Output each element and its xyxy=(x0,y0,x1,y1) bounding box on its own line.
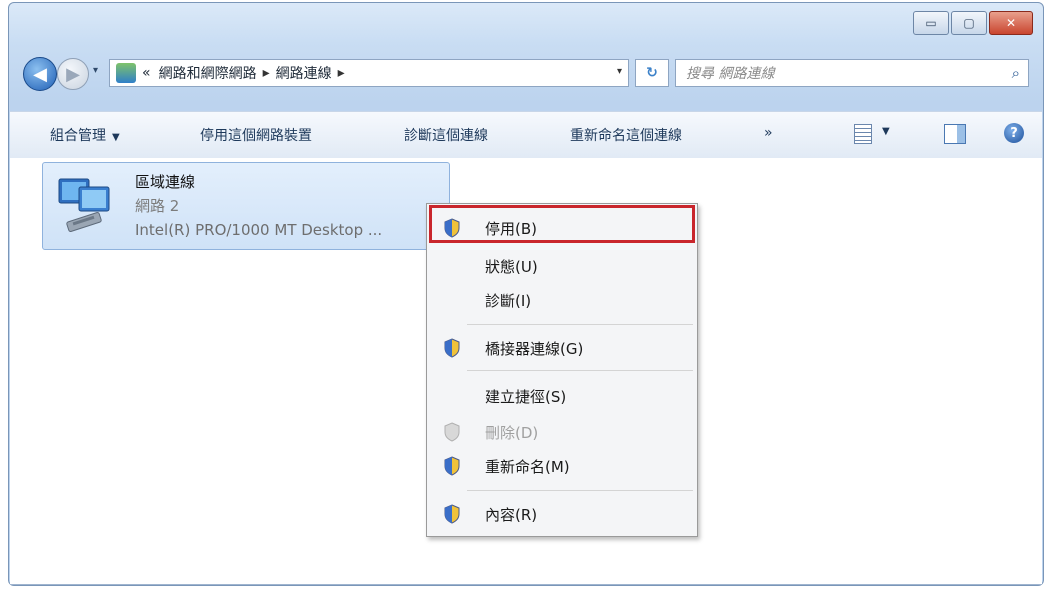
menu-item-label: 狀態(U) xyxy=(485,258,538,276)
uac-shield-icon xyxy=(444,218,460,238)
organize-button[interactable]: 組合管理 ▼ xyxy=(50,125,120,145)
menu-item-label: 橋接器連線(G) xyxy=(485,340,584,358)
menu-item-diagnose[interactable]: 診斷(I) xyxy=(427,284,697,314)
menu-item-label: 建立捷徑(S) xyxy=(485,388,567,406)
menu-item-properties[interactable]: 內容(R) xyxy=(427,498,697,528)
menu-item-label: 停用(B) xyxy=(485,220,537,238)
menu-item-label: 診斷(I) xyxy=(485,292,532,310)
address-dropdown-icon[interactable]: ▾ xyxy=(617,66,622,77)
forward-button[interactable]: ▶ xyxy=(57,58,89,90)
breadcrumb-network-internet[interactable]: 網路和網際網路 xyxy=(159,63,257,83)
breadcrumb-network-connections[interactable]: 網路連線 xyxy=(276,63,332,83)
menu-item-bridge[interactable]: 橋接器連線(G) xyxy=(427,332,697,362)
breadcrumb-separator-icon[interactable]: ▸ xyxy=(263,65,270,81)
menu-separator xyxy=(467,490,693,491)
search-input[interactable] xyxy=(684,63,988,85)
navigation-bar: ◀ ▶ ▾ « 網路和網際網路 ▸ 網路連線 ▸ ▾ ↻ ⌕ xyxy=(23,51,1029,91)
uac-shield-disabled-icon xyxy=(444,422,460,442)
recent-pages-dropdown[interactable]: ▾ xyxy=(93,65,98,76)
menu-item-status[interactable]: 狀態(U) xyxy=(427,250,697,280)
breadcrumb-separator-icon[interactable]: ▸ xyxy=(338,65,345,81)
organize-label: 組合管理 xyxy=(50,128,106,144)
search-box[interactable]: ⌕ xyxy=(675,59,1029,87)
connection-device: Intel(R) PRO/1000 MT Desktop ... xyxy=(135,221,383,239)
back-button[interactable]: ◀ xyxy=(23,57,57,91)
menu-item-rename[interactable]: 重新命名(M) xyxy=(427,450,697,480)
menu-separator xyxy=(467,370,693,371)
help-icon[interactable]: ? xyxy=(1004,123,1024,143)
context-menu: 停用(B) 狀態(U) 診斷(I) 橋接器連線(G) 建立捷徑(S) 刪除(D)… xyxy=(426,203,698,537)
connection-item-local-area[interactable]: 區域連線 網路 2 Intel(R) PRO/1000 MT Desktop .… xyxy=(42,162,450,250)
menu-item-create-shortcut[interactable]: 建立捷徑(S) xyxy=(427,380,697,410)
network-adapter-icon xyxy=(58,178,110,232)
menu-item-label: 重新命名(M) xyxy=(485,458,570,476)
rename-connection-button[interactable]: 重新命名這個連線 xyxy=(570,125,682,145)
address-overflow-chevron[interactable]: « xyxy=(142,65,151,81)
view-dropdown-icon[interactable]: ▼ xyxy=(882,126,890,137)
chevron-down-icon: ▼ xyxy=(112,132,120,143)
refresh-button[interactable]: ↻ xyxy=(635,59,669,87)
diagnose-connection-button[interactable]: 診斷這個連線 xyxy=(404,125,488,145)
preview-pane-icon[interactable] xyxy=(944,124,966,144)
network-folder-icon xyxy=(116,63,136,83)
menu-item-disable[interactable]: 停用(B) xyxy=(427,212,697,242)
menu-item-delete: 刪除(D) xyxy=(427,416,697,446)
change-view-icon[interactable] xyxy=(854,124,872,144)
uac-shield-icon xyxy=(444,456,460,476)
address-bar[interactable]: « 網路和網際網路 ▸ 網路連線 ▸ ▾ xyxy=(109,59,629,87)
more-commands-button[interactable]: » xyxy=(764,125,773,141)
search-icon[interactable]: ⌕ xyxy=(1012,64,1020,82)
minimize-button[interactable]: ▭ xyxy=(913,11,949,35)
disable-device-button[interactable]: 停用這個網路裝置 xyxy=(200,125,312,145)
menu-item-label: 刪除(D) xyxy=(485,424,539,442)
command-bar: 組合管理 ▼ 停用這個網路裝置 診斷這個連線 重新命名這個連線 » ▼ ? xyxy=(10,111,1042,159)
menu-separator xyxy=(467,324,693,325)
menu-item-label: 內容(R) xyxy=(485,506,538,524)
connection-network: 網路 2 xyxy=(135,197,180,215)
maximize-button[interactable]: ▢ xyxy=(951,11,987,35)
uac-shield-icon xyxy=(444,338,460,358)
close-button[interactable]: ✕ xyxy=(989,11,1033,35)
connection-name: 區域連線 xyxy=(135,173,196,191)
uac-shield-icon xyxy=(444,504,460,524)
caption-buttons: ▭ ▢ ✕ xyxy=(913,11,1033,35)
